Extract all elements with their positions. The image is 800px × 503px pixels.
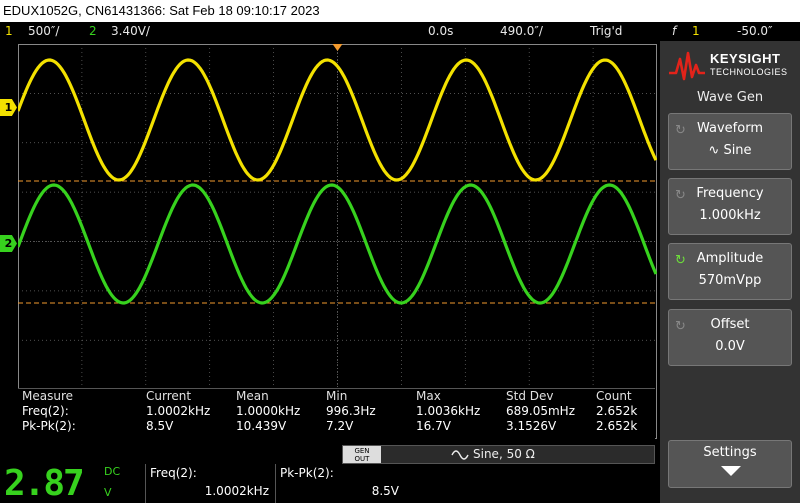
wavegen-summary: Sine, 50 Ω xyxy=(473,447,535,461)
header-current: Current xyxy=(146,389,192,403)
bottom-measure-value: 8.5V xyxy=(371,484,399,498)
gen-out-button[interactable]: GEN OUT xyxy=(343,446,381,463)
gen-out-line2: OUT xyxy=(354,455,370,463)
measurement-row-freq: Freq(2): 1.0002kHz 1.0000kHz 996.3Hz 1.0… xyxy=(22,404,655,419)
settings-softkey[interactable]: Settings xyxy=(668,440,792,488)
trigger-source[interactable]: 1 xyxy=(692,22,700,41)
measure-current: 1.0002kHz xyxy=(146,404,211,418)
dvm-unit: V xyxy=(104,486,112,499)
softkey-title: Settings xyxy=(703,445,757,460)
status-bar: 1 500″/ 2 3.40V/ 0.0s 490.0″/ Trig'd f 1… xyxy=(0,22,800,41)
ch2-waveform xyxy=(18,183,657,305)
softkey-value: 0.0V xyxy=(715,339,745,354)
measure-count: 2.652k xyxy=(596,404,638,418)
softkey-panel: KEYSIGHT TECHNOLOGIES Wave Gen ↻ Wavefor… xyxy=(660,41,800,503)
softkey-title: Waveform xyxy=(697,121,763,136)
softkey-title: Amplitude xyxy=(696,251,764,266)
header-count: Count xyxy=(596,389,632,403)
keysight-logo-icon xyxy=(669,51,705,81)
sine-icon xyxy=(451,450,469,460)
bottom-measure-label: Pk-Pk(2): xyxy=(280,466,334,480)
ch2-scale[interactable]: 3.40V/ xyxy=(111,22,150,41)
bottom-measure-value: 1.0002kHz xyxy=(204,484,269,498)
logo-brand: KEYSIGHT xyxy=(710,51,781,66)
measure-max: 1.0036kHz xyxy=(416,404,481,418)
header-measure: Measure xyxy=(22,389,73,403)
gen-out-line1: GEN xyxy=(354,447,370,455)
ch1-scale[interactable]: 500″/ xyxy=(28,22,59,41)
trigger-edge-icon: f xyxy=(672,24,677,38)
logo-sub: TECHNOLOGIES xyxy=(710,67,788,77)
bottom-measure-label: Freq(2): xyxy=(150,466,197,480)
ch1-ground-marker[interactable]: 1 xyxy=(0,99,17,116)
menu-title: Wave Gen xyxy=(696,90,764,105)
arrow-down-icon xyxy=(721,466,741,476)
dvm-coupling: DC xyxy=(104,465,121,478)
measure-mean: 10.439V xyxy=(236,419,287,433)
measure-min: 996.3Hz xyxy=(326,404,376,418)
measure-max: 16.7V xyxy=(416,419,451,433)
bottom-readout: 2.87 DC V Freq(2): 1.0002kHz Pk-Pk(2): 8… xyxy=(0,464,660,503)
ch1-waveform xyxy=(18,58,657,182)
softkey-value: 570mVpp xyxy=(698,273,762,288)
bottom-measure-pkpk: Pk-Pk(2): 8.5V xyxy=(275,464,405,503)
measure-std-dev: 3.1526V xyxy=(506,419,557,433)
waveform-softkey[interactable]: ↻ Waveform ∿ Sine xyxy=(668,113,792,170)
measure-std-dev: 689.05mHz xyxy=(506,404,575,418)
ch2-ground-marker[interactable]: 2 xyxy=(0,235,17,252)
header-mean: Mean xyxy=(236,389,269,403)
waveform-display[interactable] xyxy=(18,44,657,439)
softkey-value: 1.000kHz xyxy=(699,208,761,223)
keysight-logo: KEYSIGHT TECHNOLOGIES xyxy=(668,49,792,85)
time-offset[interactable]: 0.0s xyxy=(428,22,453,41)
measure-min: 7.2V xyxy=(326,419,354,433)
measurement-header-row: Measure Current Mean Min Max Std Dev Cou… xyxy=(22,389,655,404)
graticule xyxy=(18,44,657,439)
softkey-title: Frequency xyxy=(696,186,764,201)
amplitude-softkey[interactable]: ↻ Amplitude 570mVpp xyxy=(668,243,792,300)
offset-softkey[interactable]: ↻ Offset 0.0V xyxy=(668,309,792,366)
dvm-value: 2.87 xyxy=(4,463,85,503)
measure-mean: 1.0000kHz xyxy=(236,404,301,418)
frequency-softkey[interactable]: ↻ Frequency 1.000kHz xyxy=(668,178,792,235)
ch1-number[interactable]: 1 xyxy=(5,22,13,41)
bottom-measure-freq: Freq(2): 1.0002kHz xyxy=(145,464,275,503)
measurement-table: Measure Current Mean Min Max Std Dev Cou… xyxy=(18,388,655,440)
trigger-position-marker xyxy=(332,44,343,51)
wavegen-status-bar: GEN OUT Sine, 50 Ω xyxy=(342,445,655,464)
measure-label: Pk-Pk(2): xyxy=(22,419,76,433)
trigger-level[interactable]: -50.0″ xyxy=(737,22,773,41)
measure-count: 2.652k xyxy=(596,419,638,433)
measure-current: 8.5V xyxy=(146,419,174,433)
header-max: Max xyxy=(416,389,441,403)
header-min: Min xyxy=(326,389,348,403)
softkey-title: Offset xyxy=(710,317,750,332)
window-title: EDUX1052G, CN61431366: Sat Feb 18 09:10:… xyxy=(0,0,800,22)
softkey-value: ∿ Sine xyxy=(708,143,752,158)
measure-label: Freq(2): xyxy=(22,404,69,418)
header-std-dev: Std Dev xyxy=(506,389,554,403)
ch2-number[interactable]: 2 xyxy=(89,22,97,41)
measurement-row-pkpk: Pk-Pk(2): 8.5V 10.439V 7.2V 16.7V 3.1526… xyxy=(22,419,655,434)
time-scale[interactable]: 490.0″/ xyxy=(500,22,543,41)
trigger-state: Trig'd xyxy=(590,24,623,38)
